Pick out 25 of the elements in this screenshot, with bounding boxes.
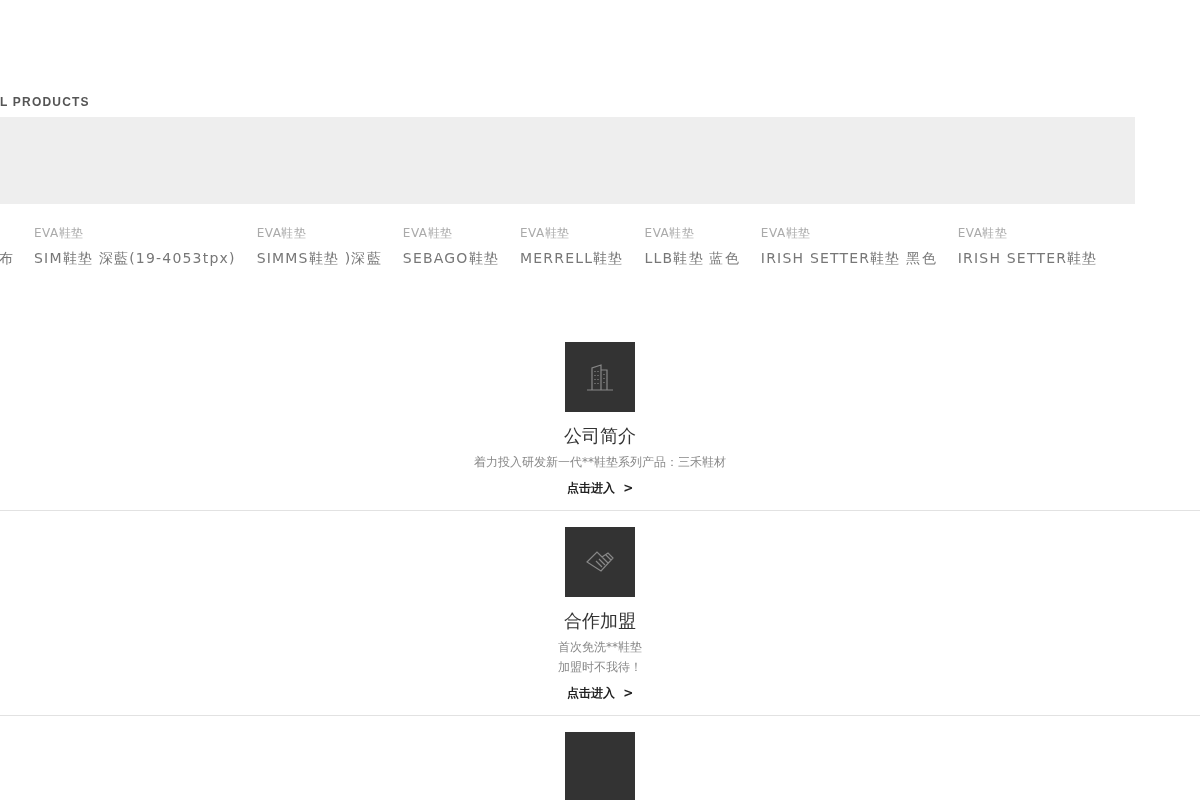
- product-category[interactable]: EVA鞋垫: [519, 224, 624, 242]
- product-link[interactable]: IRISH SETTER鞋垫 黑色: [760, 248, 937, 268]
- product-category[interactable]: EVA鞋垫: [256, 224, 382, 242]
- product-category[interactable]: EVA鞋垫: [402, 224, 499, 242]
- product-link[interactable]: SIMMS鞋垫 )深藍: [256, 248, 382, 268]
- section-title: 合作加盟: [564, 609, 636, 633]
- section-description: 着力投入研发新一代**鞋垫系列产品：三禾鞋材: [474, 454, 726, 471]
- building-icon: [585, 362, 615, 392]
- product-link[interactable]: IRISH SETTER鞋垫: [957, 248, 1098, 268]
- section-heading: L PRODUCTS: [0, 95, 91, 109]
- product-category[interactable]: EVA鞋垫: [644, 224, 740, 242]
- enter-link[interactable]: 点击进入 >: [566, 685, 634, 701]
- product-link[interactable]: SEBAGO鞋垫: [402, 248, 499, 268]
- section-description: 加盟时不我待！: [558, 659, 642, 676]
- icon-tile: [565, 732, 635, 800]
- product-link[interactable]: 布: [0, 248, 13, 268]
- product-link[interactable]: LLB鞋垫 蓝色: [644, 248, 740, 268]
- product-category[interactable]: EVA鞋垫: [760, 224, 937, 242]
- section-description: 首次免洗**鞋垫: [558, 639, 642, 656]
- product-category[interactable]: EVA鞋垫: [957, 224, 1098, 242]
- section-title: 公司简介: [564, 424, 636, 448]
- enter-link[interactable]: 点击进入 >: [566, 480, 634, 496]
- product-link[interactable]: SIM鞋垫 深藍(19-4053tpx): [34, 248, 236, 268]
- product-category[interactable]: EVA鞋垫: [34, 224, 236, 242]
- product-link[interactable]: MERRELL鞋垫: [519, 248, 624, 268]
